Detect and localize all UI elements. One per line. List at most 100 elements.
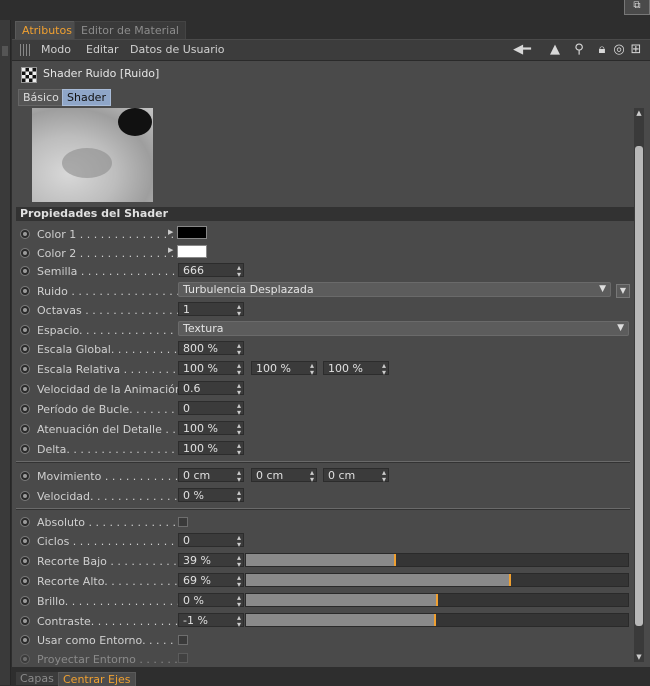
anim-toggle-octaves[interactable] (20, 305, 30, 315)
anim-toggle-movement[interactable] (20, 471, 30, 481)
octaves-value: 1 (183, 303, 190, 316)
left-dock-edge (0, 20, 11, 685)
menu-edit[interactable]: Editar (86, 43, 119, 56)
low-clip-label: Recorte Bajo . . . . . . . . . . . (37, 555, 184, 568)
high-clip-slider[interactable] (245, 573, 629, 587)
expand-color1-icon[interactable]: ▶ (168, 228, 173, 236)
anim-toggle-space[interactable] (20, 325, 30, 335)
menu-bar: Modo Editar Datos de Usuario ◀━ ▲ ⚲ 🔒︎ ◎… (12, 40, 650, 61)
movement-x-input[interactable]: 0 cm ▴ ▾ (178, 468, 244, 484)
anim-toggle-brightness[interactable] (20, 596, 30, 606)
brightness-input[interactable]: 0 % ▴ ▾ (178, 593, 244, 609)
anim-toggle-high-clip[interactable] (20, 576, 30, 586)
brightness-slider[interactable] (245, 593, 629, 607)
anim-toggle-relative-scale[interactable] (20, 364, 30, 374)
target-icon[interactable]: ◎ (612, 42, 626, 58)
brightness-slider-knob[interactable] (436, 594, 438, 606)
octaves-input[interactable]: 1 ▴ ▾ (178, 302, 244, 318)
shader-icon (21, 67, 37, 83)
high-clip-label: Recorte Alto. . . . . . . . . . . . (37, 575, 185, 588)
anim-toggle-low-clip[interactable] (20, 556, 30, 566)
noise-browser-icon[interactable]: ▼ (616, 284, 630, 298)
tab-basic[interactable]: Básico (18, 89, 64, 106)
absolute-checkbox[interactable] (178, 517, 188, 527)
movement-x-value: 0 cm (183, 469, 211, 482)
menu-user-data[interactable]: Datos de Usuario (130, 43, 225, 56)
contrast-slider-knob[interactable] (434, 614, 436, 626)
brightness-slider-fill (246, 594, 437, 606)
color1-swatch[interactable] (177, 226, 207, 239)
contrast-slider[interactable] (245, 613, 629, 627)
low-clip-slider[interactable] (245, 553, 629, 567)
relative-scale-y-value: 100 % (256, 362, 291, 375)
tab-attributes[interactable]: Atributos (15, 21, 79, 40)
movement-y-input[interactable]: 0 cm ▴ ▾ (251, 468, 317, 484)
use-env-label: Usar como Entorno. . . . . . (37, 634, 181, 647)
anim-toggle-loop-period[interactable] (20, 404, 30, 414)
scrollbar-thumb[interactable] (635, 146, 643, 626)
shader-title: Shader Ruido [Ruido] (43, 67, 160, 80)
low-clip-input[interactable]: 39 % ▴ ▾ (178, 553, 244, 569)
shader-preview (32, 108, 153, 202)
speed-value: 0 % (183, 489, 204, 502)
scroll-up-icon[interactable]: ▲ (634, 108, 644, 118)
top-strip (0, 0, 650, 20)
relative-scale-y-input[interactable]: 100 % ▴ ▾ (251, 361, 317, 377)
detail-atten-input[interactable]: 100 % ▴ ▾ (178, 421, 244, 437)
contrast-input[interactable]: -1 % ▴ ▾ (178, 613, 244, 629)
cycles-input[interactable]: 0 ▴ ▾ (178, 533, 244, 549)
tab-shader[interactable]: Shader (62, 89, 111, 106)
anim-toggle-noise[interactable] (20, 286, 30, 296)
anim-toggle-seed[interactable] (20, 266, 30, 276)
relative-scale-z-input[interactable]: 100 % ▴ ▾ (323, 361, 389, 377)
anim-speed-input[interactable]: 0.6 ▴ ▾ (178, 381, 244, 397)
anim-toggle-color1[interactable] (20, 229, 30, 239)
anim-toggle-cycles[interactable] (20, 536, 30, 546)
grip-icon[interactable] (20, 44, 32, 56)
anim-toggle-anim-speed[interactable] (20, 384, 30, 394)
high-clip-slider-knob[interactable] (509, 574, 511, 586)
search-icon[interactable]: ⚲ (572, 42, 586, 58)
scroll-down-icon[interactable]: ▼ (634, 652, 644, 662)
seed-value: 666 (183, 264, 204, 277)
global-scale-input[interactable]: 800 % ▴ ▾ (178, 341, 244, 357)
anim-toggle-contrast[interactable] (20, 616, 30, 626)
tab-center-axes[interactable]: Centrar Ejes (58, 672, 136, 686)
menu-mode[interactable]: Modo (41, 43, 71, 56)
back-arrow-icon[interactable]: ◀━ (504, 42, 540, 58)
tab-material-editor[interactable]: Editor de Material (74, 21, 186, 40)
color1-label: Color 1 . . . . . . . . . . . . . . (37, 228, 175, 241)
color2-label: Color 2 . . . . . . . . . . . . . . (37, 247, 175, 260)
brightness-value: 0 % (183, 594, 204, 607)
anim-toggle-global-scale[interactable] (20, 344, 30, 354)
new-window-icon[interactable]: ⧉ (624, 0, 650, 15)
color2-swatch[interactable] (177, 245, 207, 258)
tab-layers[interactable]: Capas (16, 672, 58, 685)
low-clip-slider-knob[interactable] (394, 554, 396, 566)
delta-input[interactable]: 100 % ▴ ▾ (178, 441, 244, 457)
high-clip-input[interactable]: 69 % ▴ ▾ (178, 573, 244, 589)
anim-toggle-detail-atten[interactable] (20, 424, 30, 434)
seed-input[interactable]: 666 ▴ ▾ (178, 263, 244, 279)
project-env-checkbox (178, 653, 188, 663)
anim-toggle-absolute[interactable] (20, 517, 30, 527)
use-env-checkbox[interactable] (178, 635, 188, 645)
movement-y-value: 0 cm (256, 469, 284, 482)
anim-toggle-speed[interactable] (20, 491, 30, 501)
space-dropdown[interactable]: Textura ▼ (178, 321, 629, 336)
delta-label: Delta. . . . . . . . . . . . . . . . . (37, 443, 182, 456)
add-panel-icon[interactable]: ⊞ (629, 42, 643, 58)
loop-period-input[interactable]: 0 ▴ ▾ (178, 401, 244, 417)
dock-handle[interactable] (2, 46, 8, 56)
lock-icon[interactable]: 🔒︎ (595, 42, 609, 58)
movement-z-input[interactable]: 0 cm ▴ ▾ (323, 468, 389, 484)
anim-toggle-color2[interactable] (20, 248, 30, 258)
noise-dropdown[interactable]: Turbulencia Desplazada ▼ (178, 282, 611, 297)
space-label: Espacio. . . . . . . . . . . . . . . (37, 324, 181, 337)
anim-toggle-use-env[interactable] (20, 635, 30, 645)
speed-input[interactable]: 0 % ▴ ▾ (178, 488, 244, 504)
relative-scale-x-input[interactable]: 100 % ▴ ▾ (178, 361, 244, 377)
expand-color2-icon[interactable]: ▶ (168, 246, 173, 254)
up-arrow-icon[interactable]: ▲ (548, 42, 562, 58)
anim-toggle-delta[interactable] (20, 444, 30, 454)
